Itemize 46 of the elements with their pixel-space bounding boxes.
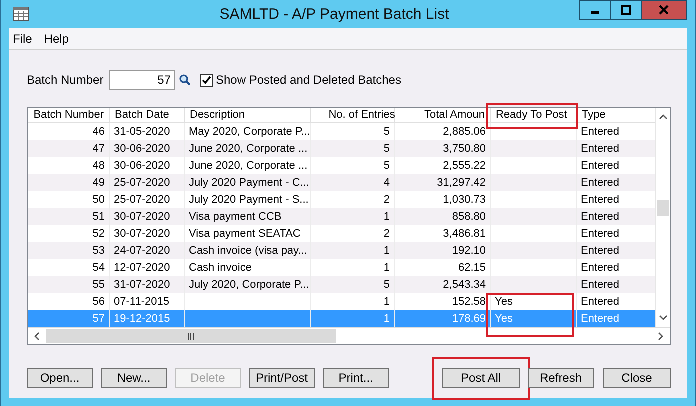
menu-item[interactable]: Help [44, 32, 70, 46]
column-header[interactable]: Batch Date [110, 108, 185, 122]
column-header[interactable]: Total Amoun [395, 108, 491, 122]
dialog-button[interactable]: Refresh [528, 368, 594, 388]
minimize-button[interactable] [579, 0, 611, 20]
table-row[interactable]: 47 30-06-2020 June 2020, Corporate ... 5 3,750.80 Entered [28, 140, 655, 157]
table-cell: 57 [28, 310, 110, 327]
scroll-left-icon[interactable] [34, 332, 40, 340]
table-row[interactable]: 55 31-07-2020 July 2020, Corporate P... 5 2,543.34 Entered [28, 276, 655, 293]
scroll-up-icon[interactable] [658, 114, 668, 120]
scroll-thumb[interactable] [657, 200, 669, 216]
horizontal-scrollbar[interactable] [28, 327, 670, 344]
scroll-down-icon[interactable] [658, 315, 668, 321]
scroll-thumb[interactable] [46, 329, 336, 343]
dialog-button[interactable]: Post All [442, 368, 520, 388]
column-header[interactable]: No. of Entries [311, 108, 395, 122]
vertical-scrollbar[interactable] [655, 108, 670, 327]
window-title: SAMLTD - A/P Payment Batch List [218, 6, 450, 22]
checkbox[interactable] [200, 74, 213, 86]
scroll-right-icon[interactable] [658, 332, 664, 340]
column-header[interactable]: Description [185, 108, 311, 122]
checkbox-label: Show Posted and Deleted Batches [216, 73, 402, 87]
table-row[interactable]: 53 24-07-2020 Cash invoice (visa pay... 1 192.10 Entered [28, 242, 655, 259]
table-row[interactable]: 51 30-07-2020 Visa payment CCB 1 858.80 Entered [28, 208, 655, 225]
dialog-button[interactable]: Open... [27, 368, 93, 388]
close-button[interactable] [641, 0, 687, 20]
column-header[interactable]: Batch Number [28, 108, 110, 122]
table-cell: 178.69 [395, 310, 491, 327]
dialog-button[interactable]: Print/Post [249, 368, 316, 388]
table-icon [13, 7, 29, 21]
search-icon[interactable] [179, 74, 191, 86]
column-header[interactable]: Ready To Post [491, 108, 577, 122]
batch-number-field[interactable]: 57 [109, 70, 175, 90]
menu-item[interactable]: File [13, 32, 32, 46]
dialog-button[interactable]: New... [101, 368, 167, 388]
maximize-icon [621, 5, 631, 15]
batch-number-label: Batch Number [27, 73, 105, 87]
maximize-button[interactable] [610, 0, 642, 20]
grip-icon[interactable] [187, 332, 195, 340]
table-cell: 1 [311, 310, 395, 327]
close-icon [659, 5, 669, 15]
table-row[interactable]: 49 25-07-2020 July 2020 Payment - C... 4 31,297.42 Entered [28, 174, 655, 191]
dialog-button[interactable]: Print... [323, 368, 390, 388]
dialog-button[interactable]: Close [603, 368, 671, 388]
table-cell: Yes [491, 310, 577, 327]
table-cell: 19-12-2015 [110, 310, 185, 327]
